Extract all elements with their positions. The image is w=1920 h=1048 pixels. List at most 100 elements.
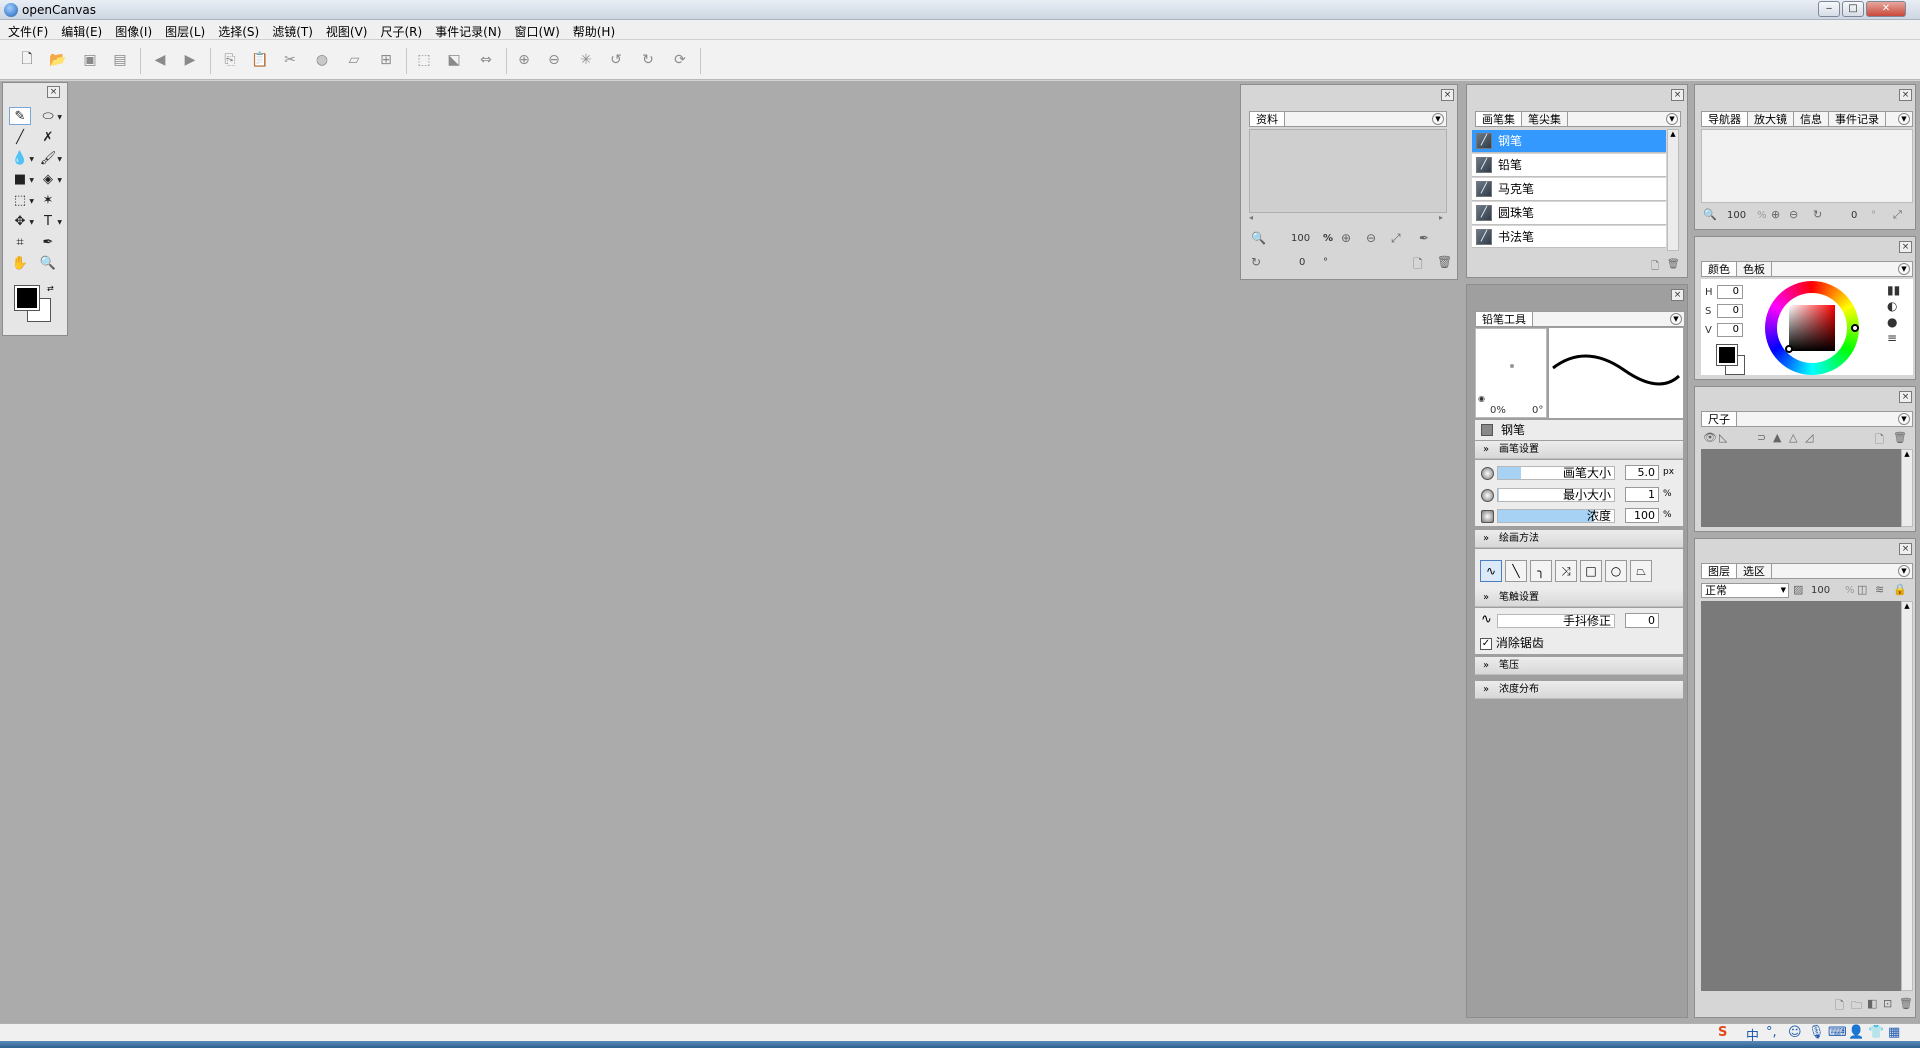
prev-frame-icon[interactable]: ◀ [150, 50, 170, 70]
fit-icon[interactable]: ⤢ [1391, 231, 1401, 246]
layer-mask-icon[interactable]: ◧ [1867, 997, 1877, 1010]
panel-menu-icon[interactable]: ▼ [1666, 113, 1678, 125]
density-icon[interactable] [1481, 510, 1494, 523]
pen-tool-icon[interactable]: ✎ [9, 107, 31, 125]
invert-selection-icon[interactable]: ⇔ [476, 50, 496, 70]
save-icon[interactable]: ▣ [80, 50, 100, 70]
min-size-slider[interactable]: 最小大小 [1497, 488, 1615, 502]
layers-icon[interactable]: ≋ [1875, 583, 1884, 596]
sv-cursor[interactable] [1785, 345, 1793, 353]
triangle-outline-icon[interactable]: △ [1789, 431, 1797, 444]
eraser-clear-icon[interactable]: ▱ [344, 50, 364, 70]
new-material-icon[interactable]: 🗋 [1413, 255, 1423, 276]
ruler-scrollbar[interactable]: ▲ [1901, 449, 1913, 527]
menu-file[interactable]: 文件(F) [0, 20, 53, 39]
merge-layer-icon[interactable]: ⊡ [1883, 997, 1892, 1010]
lock-icon[interactable]: 🔒 [1893, 583, 1907, 596]
eyedropper-tool-icon[interactable]: ✒ [37, 233, 59, 251]
panel-menu-icon[interactable]: ▼ [1670, 313, 1682, 325]
tab-material[interactable]: 资料 [1250, 112, 1285, 126]
tab-brush-set[interactable]: 画笔集 [1476, 112, 1522, 126]
brush-tool-icon[interactable]: 🖌 ▼ [37, 149, 62, 167]
text-tool-icon[interactable]: T ▼ [37, 212, 62, 230]
new-file-icon[interactable]: 🗋 [17, 50, 37, 70]
sv-square[interactable] [1789, 305, 1835, 351]
move-tool-icon[interactable]: ✥ ▼ [9, 212, 34, 230]
new-brush-icon[interactable]: 🗋 [1651, 259, 1659, 276]
ime-punctuation-icon[interactable]: °, [1766, 1025, 1777, 1040]
ime-emoji-icon[interactable]: ☺ [1788, 1025, 1802, 1040]
tab-navigator[interactable]: 导航器 [1702, 112, 1748, 126]
eyedropper-icon[interactable]: ✒ [1419, 231, 1429, 245]
s-input[interactable]: 0 [1717, 304, 1743, 318]
cut-icon[interactable]: ✂ [280, 50, 300, 70]
ruler-list[interactable] [1701, 449, 1901, 527]
navigator-preview[interactable] [1701, 129, 1913, 203]
material-list[interactable] [1249, 129, 1447, 213]
triangle-ruler-icon[interactable]: ▲ [1773, 431, 1781, 444]
layer-list[interactable] [1701, 601, 1901, 991]
pressure-knob-icon[interactable] [1481, 467, 1494, 480]
tip-handle-icon[interactable]: ◉ [1478, 394, 1485, 403]
minimize-button[interactable]: ‒ [1818, 1, 1840, 17]
trash-icon[interactable]: 🗑 [1437, 255, 1452, 269]
close-icon[interactable]: × [47, 86, 60, 98]
right-triangle-icon[interactable]: ◿ [1805, 431, 1813, 444]
reset-rotation-icon[interactable]: ⟳ [670, 50, 690, 70]
curve-icon[interactable]: ╮ [1530, 560, 1552, 582]
close-icon[interactable]: × [1671, 89, 1684, 101]
select-all-icon[interactable]: ⬚ [414, 50, 434, 70]
tab-pencil-tool[interactable]: 铅笔工具 [1476, 312, 1533, 326]
gradient-tool-icon[interactable]: ■ ▼ [9, 170, 34, 188]
panel-menu-icon[interactable]: ▼ [1898, 263, 1910, 275]
zoom-out-icon[interactable]: ⊖ [1789, 208, 1798, 221]
close-icon[interactable]: × [1441, 89, 1454, 101]
menu-image[interactable]: 图像(I) [107, 20, 157, 39]
section-pressure[interactable]: » 笔压 [1475, 657, 1683, 675]
zoom-tool-icon[interactable]: 🔍 [37, 254, 59, 272]
ime-user-icon[interactable]: 👤 [1848, 1025, 1864, 1040]
close-button[interactable]: ✕ [1866, 1, 1906, 17]
rectangle-icon[interactable]: □ [1580, 560, 1602, 582]
blend-mode-select[interactable]: 正常 ▼ [1701, 583, 1789, 598]
new-ruler-icon[interactable]: 🗋 [1875, 431, 1884, 450]
close-icon[interactable]: × [1671, 289, 1684, 301]
hue-wheel[interactable] [1765, 281, 1859, 375]
zoom-out-icon[interactable]: 🔍 [1703, 208, 1717, 221]
panel-menu-icon[interactable]: ▼ [1898, 413, 1910, 425]
brush-item-pen[interactable]: ╱ 钢笔 [1472, 130, 1666, 153]
navigator-zoom-value[interactable]: 100 [1727, 210, 1746, 221]
rotate-right-icon[interactable]: ↻ [638, 50, 658, 70]
material-scrollbar[interactable]: ◂ ▸ [1249, 213, 1447, 223]
h-input[interactable]: 0 [1717, 285, 1743, 299]
airbrush-tool-icon[interactable]: ✗ [37, 128, 59, 146]
ime-logo-icon[interactable]: S [1718, 1025, 1727, 1040]
deselect-icon[interactable]: ⬕ [444, 50, 464, 70]
tab-tip-set[interactable]: 笔尖集 [1522, 112, 1568, 126]
tab-selection[interactable]: 选区 [1737, 564, 1772, 578]
ime-toolbox-icon[interactable]: ▦ [1888, 1025, 1900, 1040]
antialias-checkbox[interactable]: ✓ [1480, 637, 1492, 650]
paste-icon[interactable]: 📋 [250, 50, 270, 70]
density-slider[interactable]: 浓度 [1497, 509, 1615, 523]
ime-skin-icon[interactable]: 👕 [1868, 1025, 1884, 1040]
magic-wand-tool-icon[interactable]: ✶ [37, 191, 59, 209]
fill-tool-icon[interactable]: ◈ ▼ [37, 170, 62, 188]
copy-icon[interactable]: ⎘ [220, 50, 240, 70]
rotate-icon[interactable]: ↻ [1813, 208, 1822, 221]
eraser-tool-icon[interactable]: ⬭ ▼ [37, 107, 62, 125]
ime-keyboard-icon[interactable]: ⌨ [1828, 1025, 1847, 1040]
panel-menu-icon[interactable]: ▼ [1432, 113, 1444, 125]
save-as-icon[interactable]: ▤ [110, 50, 130, 70]
navigator-rotation-value[interactable]: 0 [1851, 210, 1857, 221]
ruler-icon[interactable]: ◺ [1719, 431, 1727, 444]
section-stroke-settings[interactable]: » 笔触设置 [1475, 589, 1683, 607]
brush-size-input[interactable]: 5.0 [1625, 465, 1659, 480]
tab-ruler[interactable]: 尺子 [1702, 412, 1737, 426]
swap-colors-icon[interactable]: ⇄ [47, 284, 54, 293]
min-size-input[interactable]: 1 [1625, 487, 1659, 502]
lock-transparency-icon[interactable]: ◫ [1857, 583, 1867, 596]
fit-icon[interactable]: ⤢ [1893, 208, 1902, 222]
trash-icon[interactable]: 🗑 [1667, 259, 1680, 270]
brush-item-ballpoint[interactable]: ╱ 圆珠笔 [1472, 202, 1666, 225]
